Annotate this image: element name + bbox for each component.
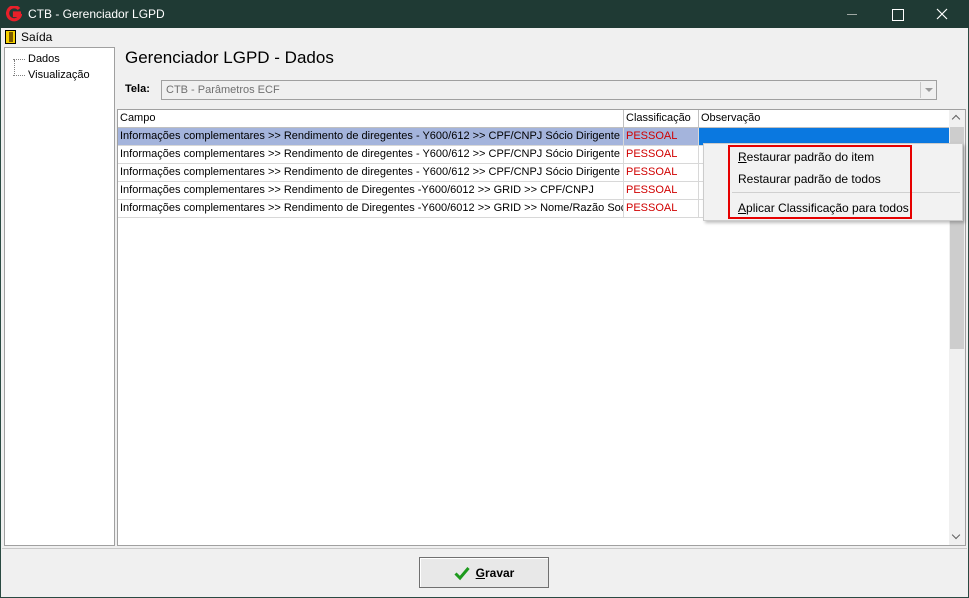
tela-select-value: CTB - Parâmetros ECF bbox=[166, 84, 280, 96]
cell-campo[interactable]: Informações complementares >> Rendimento… bbox=[118, 164, 624, 181]
save-button[interactable]: Gravar bbox=[419, 557, 549, 588]
cell-campo[interactable]: Informações complementares >> Rendimento… bbox=[118, 128, 624, 145]
grid-header: Campo Classificação Observação bbox=[118, 110, 950, 128]
minimize-icon[interactable] bbox=[829, 0, 875, 28]
tree-branch bbox=[13, 58, 25, 60]
window-title: CTB - Gerenciador LGPD bbox=[28, 7, 165, 21]
tree-item-visualizacao[interactable]: Visualização bbox=[13, 68, 90, 82]
scroll-down-icon[interactable] bbox=[949, 529, 965, 545]
column-header-observacao[interactable]: Observação bbox=[699, 110, 950, 127]
cell-classificacao[interactable]: PESSOAL bbox=[624, 200, 699, 217]
menu-item-exit[interactable]: Saída bbox=[5, 29, 52, 45]
exit-icon bbox=[5, 30, 16, 44]
menu-item-label: Saída bbox=[21, 30, 53, 44]
menu-bar: Saída bbox=[1, 28, 968, 46]
tela-label: Tela: bbox=[125, 83, 150, 95]
tela-select[interactable]: CTB - Parâmetros ECF bbox=[161, 80, 937, 100]
column-header-classificacao[interactable]: Classificação bbox=[624, 110, 699, 127]
mnemonic: G bbox=[475, 565, 485, 580]
tree-branch bbox=[13, 74, 25, 76]
cell-classificacao[interactable]: PESSOAL bbox=[624, 146, 699, 163]
tree-item-label: Visualização bbox=[28, 69, 90, 81]
tree-item-dados[interactable]: Dados bbox=[13, 52, 60, 66]
tree-item-label: Dados bbox=[28, 53, 60, 65]
title-bar: CTB - Gerenciador LGPD bbox=[0, 0, 969, 28]
cell-classificacao[interactable]: PESSOAL bbox=[624, 128, 699, 145]
cell-classificacao[interactable]: PESSOAL bbox=[624, 164, 699, 181]
highlight-annotation bbox=[728, 145, 912, 219]
cell-campo[interactable]: Informações complementares >> Rendimento… bbox=[118, 200, 624, 217]
cell-campo[interactable]: Informações complementares >> Rendimento… bbox=[118, 182, 624, 199]
cell-campo[interactable]: Informações complementares >> Rendimento… bbox=[118, 146, 624, 163]
close-icon[interactable] bbox=[919, 0, 965, 28]
check-icon bbox=[454, 566, 470, 580]
app-logo-icon bbox=[6, 6, 22, 22]
page-title: Gerenciador LGPD - Dados bbox=[125, 48, 334, 67]
navigation-tree: Dados Visualização bbox=[4, 47, 115, 546]
maximize-icon[interactable] bbox=[874, 0, 920, 28]
column-header-campo[interactable]: Campo bbox=[118, 110, 624, 127]
save-button-label: ravar bbox=[484, 565, 515, 580]
scroll-up-icon[interactable] bbox=[949, 110, 965, 126]
cell-classificacao[interactable]: PESSOAL bbox=[624, 182, 699, 199]
chevron-down-icon[interactable] bbox=[920, 82, 935, 98]
